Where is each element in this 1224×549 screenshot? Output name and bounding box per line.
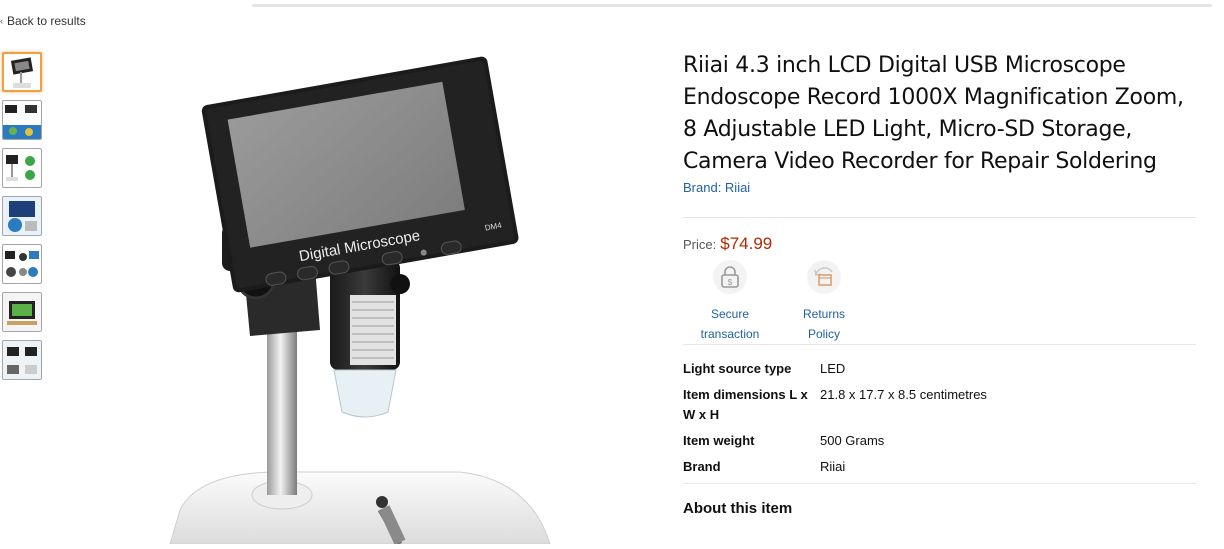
top-divider — [252, 4, 1212, 7]
secure-transaction-badge[interactable]: $ Secure transaction — [693, 260, 767, 344]
product-title: Riiai 4.3 inch LCD Digital USB Microscop… — [683, 53, 1184, 174]
divider — [683, 344, 1196, 345]
lock-icon: $ — [713, 260, 747, 294]
back-label: Back to results — [7, 14, 86, 28]
spec-row: Brand Riiai — [683, 457, 1196, 477]
spec-value: LED — [820, 361, 846, 376]
secure-transaction-label: Secure transaction — [700, 307, 760, 341]
about-heading: About this item — [683, 500, 793, 517]
divider — [683, 217, 1196, 218]
thumbnail-1[interactable] — [2, 52, 42, 92]
spec-key: Brand — [683, 459, 721, 474]
spec-value: 500 Grams — [820, 433, 885, 448]
product-info: Riiai 4.3 inch LCD Digital USB Microscop… — [683, 50, 1196, 517]
brand-link[interactable]: Brand: Riiai — [683, 180, 750, 195]
spec-key: Item weight — [683, 433, 755, 448]
returns-policy-badge[interactable]: Returns Policy — [787, 260, 861, 344]
price-value: $74.99 — [720, 234, 773, 253]
thumbnail-strip — [2, 52, 42, 388]
returns-box-icon — [807, 260, 841, 294]
main-product-image[interactable]: Digital Microscope DM4 — [160, 40, 580, 546]
price-row: Price: $74.99 — [683, 234, 1196, 254]
spec-row: Light source type LED — [683, 359, 1196, 379]
thumbnail-4[interactable] — [2, 196, 42, 236]
spec-row: Item dimensions L x W x H 21.8 x 17.7 x … — [683, 385, 1196, 425]
divider — [683, 483, 1196, 484]
returns-policy-label: Returns Policy — [802, 307, 846, 341]
thumbnail-2[interactable] — [2, 100, 42, 140]
thumbnail-6[interactable] — [2, 292, 42, 332]
price-label: Price: — [683, 237, 717, 252]
trust-badges: $ Secure transaction Returns Policy — [693, 260, 1196, 344]
spec-value: Riiai — [820, 459, 846, 474]
back-to-results-link[interactable]: ‹ Back to results — [0, 14, 86, 28]
spec-value: 21.8 x 17.7 x 8.5 centimetres — [820, 387, 987, 402]
svg-text:$: $ — [728, 278, 733, 287]
thumbnail-3[interactable] — [2, 148, 42, 188]
spec-row: Item weight 500 Grams — [683, 431, 1196, 451]
spec-key: Light source type — [683, 361, 792, 376]
spec-table: Light source type LED Item dimensions L … — [683, 359, 1196, 477]
chevron-left-icon: ‹ — [0, 16, 3, 26]
spec-key: Item dimensions L x W x H — [683, 387, 808, 422]
thumbnail-5[interactable] — [2, 244, 42, 284]
thumbnail-7[interactable] — [2, 340, 42, 380]
